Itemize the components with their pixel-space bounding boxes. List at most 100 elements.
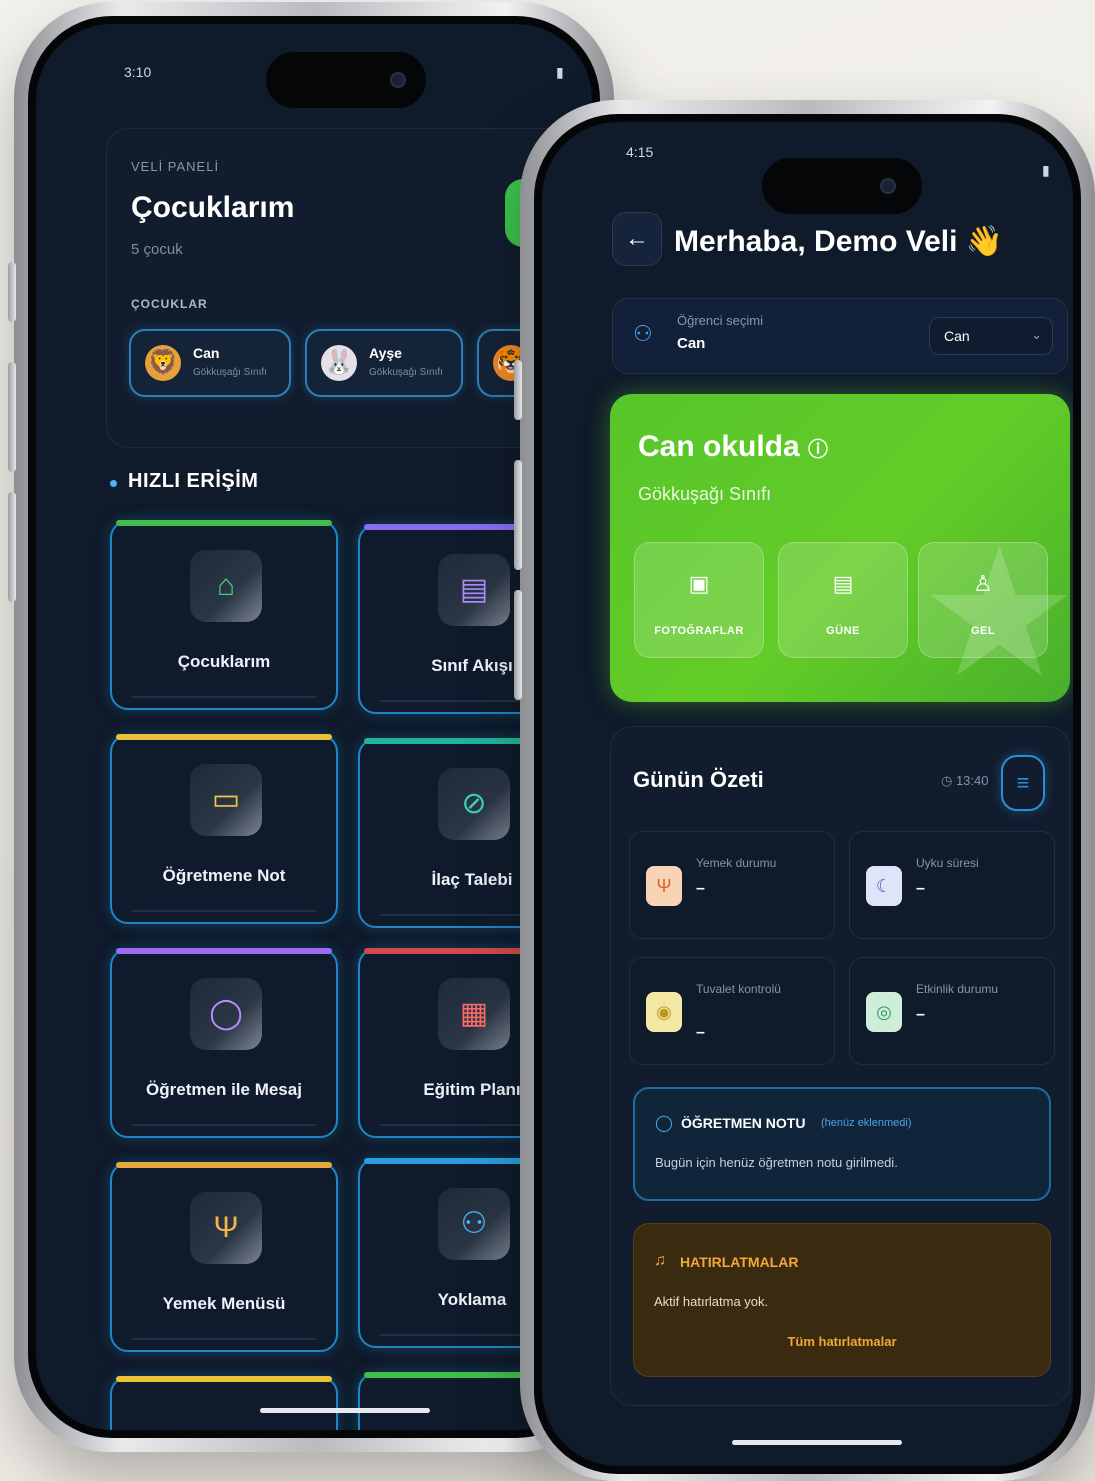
student-dropdown[interactable]: Can ⌄ [929,317,1053,355]
note-tag: (henüz eklenmedi) [821,1117,912,1129]
document-icon: ▭ [190,764,262,836]
action-label: GÜNE [826,625,860,637]
child-count: 5 çocuk [131,241,183,258]
side-button [514,360,522,420]
kid-class: Gökkuşağı Sınıfı [193,367,267,378]
day-button[interactable]: ▤ GÜNE [778,542,908,658]
dropdown-value: Can [944,328,970,344]
profile-eyebrow: VELİ PANELİ [131,159,220,174]
photos-button[interactable]: ▣ FOTOĞRAFLAR [634,542,764,658]
dynamic-island [266,52,426,108]
phone-right: 4:15 ▮ ← Merhaba, Demo Veli 👋 ⚇ Öğrenci … [514,100,1095,1481]
student-selector-card: ⚇ Öğrenci seçimi Can Can ⌄ [612,298,1068,374]
person-icon: ♙ [973,571,993,596]
reminders-card: ♫ HATIRLATMALAR Aktif hatırlatma yok. Tü… [633,1223,1051,1377]
greeting-text: Merhaba, Demo Veli [674,225,958,258]
stat-label: Etkinlik durumu [916,982,999,996]
reminders-title: HATIRLATMALAR [680,1254,799,1270]
status-text: Can okulda [638,430,800,463]
camera-icon [880,178,896,194]
image-icon: ▣ [688,571,710,596]
kid-chip-can[interactable]: 🦁 Can Gökkuşağı Sınıfı [129,329,291,397]
side-button [514,460,522,570]
utensils-icon: Ψ [190,1192,262,1264]
lion-avatar-icon: 🦁 [145,345,181,381]
target-icon: ◎ [866,992,902,1032]
home-indicator[interactable] [732,1440,902,1445]
info-icon: ⓘ [808,439,829,461]
wave-icon: 👋 [965,225,1004,258]
stat-value: – [696,880,705,897]
moon-icon: ☾ [866,866,902,906]
home-indicator[interactable] [260,1408,430,1413]
arrival-button[interactable]: ♙ GEL [918,542,1048,658]
tile-label: Yemek Menüsü [162,1294,286,1313]
menu-button[interactable]: ≡ [1001,755,1045,811]
tile-accent-bar [116,948,332,954]
calendar-icon: ▦ [438,978,510,1050]
stat-value: – [916,1006,925,1023]
selector-value: Can [677,335,706,352]
battery-icon: ▮ [556,64,564,80]
section-dot [110,480,117,487]
child-status-card: ★ Can okulda ⓘ Gökkuşağı Sınıfı ▣ FOTOĞR… [610,394,1070,702]
side-button [8,492,16,602]
stat-value: – [916,880,925,897]
status-time: 3:10 [124,64,152,80]
back-button[interactable]: ← [612,212,662,266]
status-class: Gökkuşağı Sınıfı [638,484,772,504]
stat-label: Yemek durumu [696,856,777,870]
tile-accent-bar [116,1376,332,1382]
teacher-note-card: ◯ ÖĞRETMEN NOTU (henüz eklenmedi) Bugün … [633,1087,1051,1201]
status-title: Can okulda ⓘ [638,430,828,464]
page-title: Çocuklarım [131,191,295,224]
tile-food-menu[interactable]: Ψ Yemek Menüsü [110,1162,338,1352]
note-body: Bugün için henüz öğretmen notu girilmedi… [655,1155,898,1170]
user-check-icon: ⚇ [438,1188,510,1260]
kid-name: Ayşe [369,345,402,361]
daily-summary-card: Günün Özeti ◷ 13:40 ≡ Ψ Yemek durumu – ☾… [610,726,1070,1406]
kid-chip-ayse[interactable]: 🐰 Ayşe Gökkuşağı Sınıfı [305,329,463,397]
bell-icon: ♫ [654,1252,666,1269]
tile-children[interactable]: ⌂ Çocuklarım [110,520,338,710]
tile-accent-bar [116,520,332,526]
summary-title: Günün Özeti [633,767,764,792]
tile-accent-bar [116,1162,332,1168]
pill-icon: ⊘ [438,768,510,840]
phone-left-screen: 3:10 ▮ VELİ PANELİ Çocuklarım 5 çocuk B … [28,16,600,1438]
stat-toilet: ◉ Tuvalet kontrolü – [629,957,835,1065]
stat-value: – [696,1024,705,1041]
notebook-icon: ▤ [832,571,854,596]
side-button [8,262,16,322]
tile-underline [132,1338,316,1340]
summary-time: ◷ 13:40 [941,773,989,788]
action-label: GEL [970,625,996,637]
status-time: 4:15 [626,144,654,160]
side-button [514,590,522,700]
tile-label: Öğretmen ile Mesaj [146,1080,302,1099]
tile-message-teacher[interactable]: ◯ Öğretmen ile Mesaj [110,948,338,1138]
chat-icon: ◯ [655,1115,673,1132]
tile-underline [132,910,316,912]
phone-right-screen: 4:15 ▮ ← Merhaba, Demo Veli 👋 ⚇ Öğrenci … [534,114,1081,1474]
tile-underline [132,696,316,698]
circle-icon: ◉ [646,992,682,1032]
tile-partial[interactable] [110,1376,338,1430]
chevron-down-icon: ⌄ [1031,327,1042,342]
rabbit-avatar-icon: 🐰 [321,345,357,381]
camera-icon [390,72,406,88]
tile-label: Çocuklarım [177,652,271,671]
kid-class: Gökkuşağı Sınıfı [369,367,443,378]
all-reminders-link[interactable]: Tüm hatırlatmalar [634,1334,1050,1349]
reminders-body: Aktif hatırlatma yok. [654,1294,769,1309]
tile-label: Öğretmene Not [162,866,286,885]
tile-teacher-note[interactable]: ▭ Öğretmene Not [110,734,338,924]
tile-accent-bar [116,734,332,740]
greeting-title: Merhaba, Demo Veli 👋 [674,224,1003,259]
action-label: FOTOĞRAFLAR [654,625,744,637]
feed-icon: ▤ [438,554,510,626]
stat-label: Tuvalet kontrolü [696,982,781,996]
kids-label: ÇOCUKLAR [131,297,208,311]
user-icon: ⚇ [633,321,653,346]
utensils-icon: Ψ [646,866,682,906]
